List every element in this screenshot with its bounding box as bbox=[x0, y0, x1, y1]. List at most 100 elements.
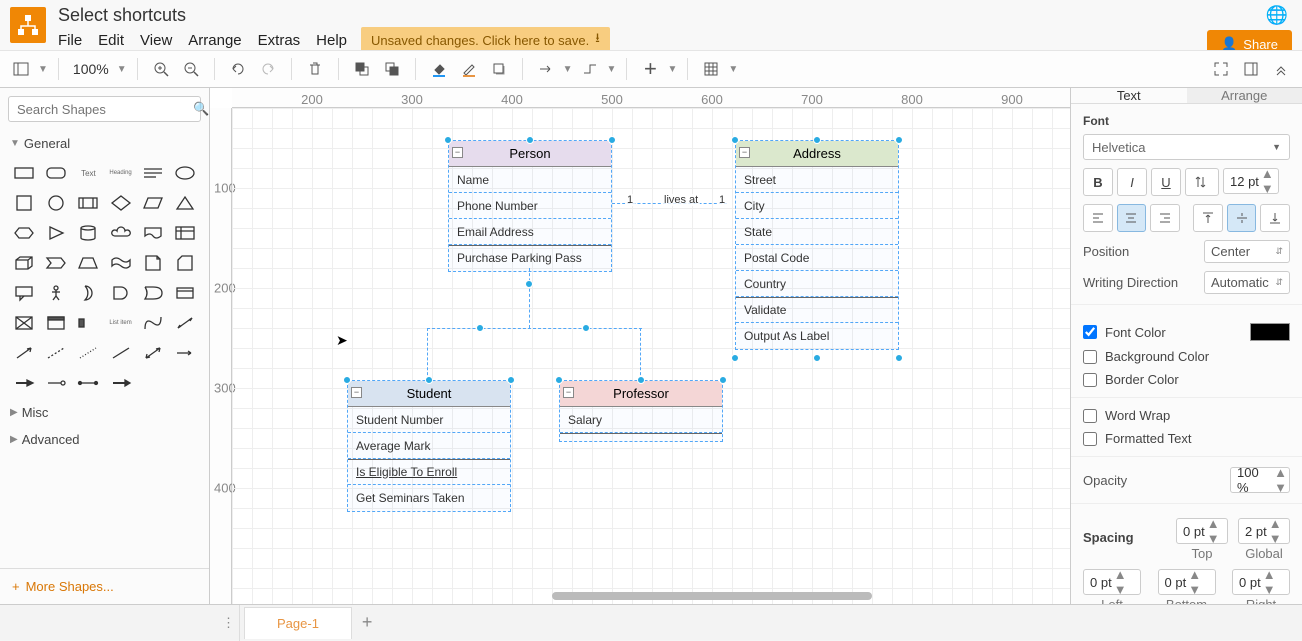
shape-circle[interactable] bbox=[42, 191, 70, 215]
method-validate[interactable]: Validate bbox=[736, 297, 898, 323]
sidebar-toggle-icon[interactable] bbox=[8, 56, 34, 82]
shape-textbox[interactable] bbox=[139, 161, 167, 185]
entity-student[interactable]: −Student Student Number Average Mark Is … bbox=[347, 380, 511, 512]
chevron-down-icon[interactable]: ▼ bbox=[563, 64, 573, 75]
method-eligible-enroll[interactable]: Is Eligible To Enroll bbox=[348, 459, 510, 485]
bold-button[interactable]: B bbox=[1083, 168, 1113, 196]
spacing-bottom-input[interactable]: 0 pt▲▼ bbox=[1158, 569, 1216, 595]
shape-rect[interactable] bbox=[10, 161, 38, 185]
shape-heading[interactable]: Heading bbox=[106, 161, 134, 185]
spacing-right-input[interactable]: 0 pt▲▼ bbox=[1232, 569, 1290, 595]
border-color-checkbox[interactable] bbox=[1083, 373, 1097, 387]
chevron-down-icon[interactable]: ▼ bbox=[38, 64, 48, 75]
delete-icon[interactable] bbox=[302, 56, 328, 82]
undo-icon[interactable] bbox=[225, 56, 251, 82]
shape-tape[interactable] bbox=[106, 251, 134, 275]
font-size-input[interactable]: 12 pt▲▼ bbox=[1223, 168, 1279, 194]
shape-listitem[interactable]: List item bbox=[106, 311, 134, 335]
attr-phone[interactable]: Phone Number bbox=[449, 193, 611, 219]
shape-step[interactable] bbox=[42, 251, 70, 275]
shape-cloud[interactable] bbox=[106, 221, 134, 245]
collapse-icon[interactable]: − bbox=[739, 147, 750, 158]
shape-or[interactable] bbox=[139, 281, 167, 305]
fill-color-icon[interactable] bbox=[426, 56, 452, 82]
shape-thin-arrow[interactable] bbox=[171, 341, 199, 365]
align-left-button[interactable] bbox=[1083, 204, 1113, 232]
align-center-button[interactable] bbox=[1117, 204, 1147, 232]
entity-professor[interactable]: −Professor Salary bbox=[559, 380, 723, 442]
writing-direction-select[interactable]: Automatic⇵ bbox=[1204, 271, 1290, 294]
connection-icon[interactable] bbox=[533, 56, 559, 82]
to-back-icon[interactable] bbox=[379, 56, 405, 82]
zoom-level[interactable]: 100% bbox=[69, 61, 113, 77]
chevron-down-icon[interactable]: ▼ bbox=[607, 64, 617, 75]
document-title[interactable]: Select shortcuts bbox=[58, 5, 347, 28]
shape-frame[interactable] bbox=[42, 311, 70, 335]
shape-datastore[interactable] bbox=[171, 281, 199, 305]
shape-square[interactable] bbox=[10, 191, 38, 215]
shape-callout[interactable] bbox=[10, 281, 38, 305]
shape-dotted[interactable] bbox=[74, 341, 102, 365]
shape-conn3[interactable] bbox=[106, 371, 134, 395]
menu-file[interactable]: File bbox=[58, 32, 82, 49]
to-front-icon[interactable] bbox=[349, 56, 375, 82]
shape-card[interactable] bbox=[171, 251, 199, 275]
font-family-select[interactable]: Helvetica▼ bbox=[1083, 134, 1290, 160]
insert-icon[interactable]: + bbox=[637, 56, 663, 82]
attr-city[interactable]: City bbox=[736, 193, 898, 219]
menu-extras[interactable]: Extras bbox=[258, 32, 301, 49]
shape-note[interactable] bbox=[139, 251, 167, 275]
spacing-global-input[interactable]: 2 pt▲▼ bbox=[1238, 518, 1290, 544]
menu-view[interactable]: View bbox=[140, 32, 172, 49]
section-general[interactable]: ▼General bbox=[0, 130, 209, 157]
scrollbar-thumb[interactable] bbox=[552, 592, 872, 600]
attr-state[interactable]: State bbox=[736, 219, 898, 245]
valign-middle-button[interactable] bbox=[1227, 204, 1257, 232]
shape-cylinder[interactable] bbox=[74, 221, 102, 245]
shape-triangle[interactable] bbox=[171, 191, 199, 215]
page-tab-1[interactable]: Page-1 bbox=[244, 607, 352, 639]
italic-button[interactable]: I bbox=[1117, 168, 1147, 196]
tab-text[interactable]: Text bbox=[1071, 88, 1187, 103]
attr-street[interactable]: Street bbox=[736, 167, 898, 193]
tab-arrange[interactable]: Arrange bbox=[1187, 88, 1302, 103]
shadow-icon[interactable] bbox=[486, 56, 512, 82]
chevron-down-icon[interactable]: ▼ bbox=[728, 64, 738, 75]
method-purchase-parking[interactable]: Purchase Parking Pass bbox=[449, 245, 611, 271]
shape-actor[interactable] bbox=[42, 281, 70, 305]
shape-and[interactable] bbox=[106, 281, 134, 305]
collapse-icon[interactable]: − bbox=[452, 147, 463, 158]
font-color-swatch[interactable] bbox=[1250, 323, 1290, 341]
diagram-canvas[interactable]: lives at 1 1 −Person Name Phone Number E… bbox=[232, 108, 1070, 604]
shape-document[interactable] bbox=[139, 221, 167, 245]
line-color-icon[interactable] bbox=[456, 56, 482, 82]
attr-salary[interactable]: Salary bbox=[560, 407, 722, 433]
page-options-icon[interactable]: ⋮ bbox=[218, 605, 240, 641]
spacing-left-input[interactable]: 0 pt▲▼ bbox=[1083, 569, 1141, 595]
collapse-icon[interactable] bbox=[1268, 56, 1294, 82]
underline-button[interactable]: U bbox=[1151, 168, 1181, 196]
entity-person[interactable]: −Person Name Phone Number Email Address … bbox=[448, 140, 612, 272]
method-output-label[interactable]: Output As Label bbox=[736, 323, 898, 349]
shape-text[interactable]: Text bbox=[74, 161, 102, 185]
word-wrap-checkbox[interactable] bbox=[1083, 409, 1097, 423]
redo-icon[interactable] bbox=[255, 56, 281, 82]
chevron-down-icon[interactable]: ▼ bbox=[667, 64, 677, 75]
bg-color-checkbox[interactable] bbox=[1083, 350, 1097, 364]
shape-conn2[interactable] bbox=[74, 371, 102, 395]
section-advanced[interactable]: ▶Advanced bbox=[0, 426, 209, 453]
edge-label-lives-at[interactable]: lives at bbox=[662, 194, 700, 206]
valign-top-button[interactable] bbox=[1193, 204, 1223, 232]
menu-help[interactable]: Help bbox=[316, 32, 347, 49]
chevron-down-icon[interactable]: ▼ bbox=[117, 64, 127, 75]
shape-conn1[interactable] bbox=[42, 371, 70, 395]
more-shapes-button[interactable]: +More Shapes... bbox=[0, 568, 209, 604]
shape-curve[interactable] bbox=[139, 311, 167, 335]
shape-line[interactable] bbox=[106, 341, 134, 365]
collapse-icon[interactable]: − bbox=[351, 387, 362, 398]
position-select[interactable]: Center⇵ bbox=[1204, 240, 1290, 263]
shape-process[interactable] bbox=[74, 191, 102, 215]
shape-thick-arrow[interactable] bbox=[10, 371, 38, 395]
attr-postal[interactable]: Postal Code bbox=[736, 245, 898, 271]
shape-trapezoid[interactable] bbox=[74, 251, 102, 275]
